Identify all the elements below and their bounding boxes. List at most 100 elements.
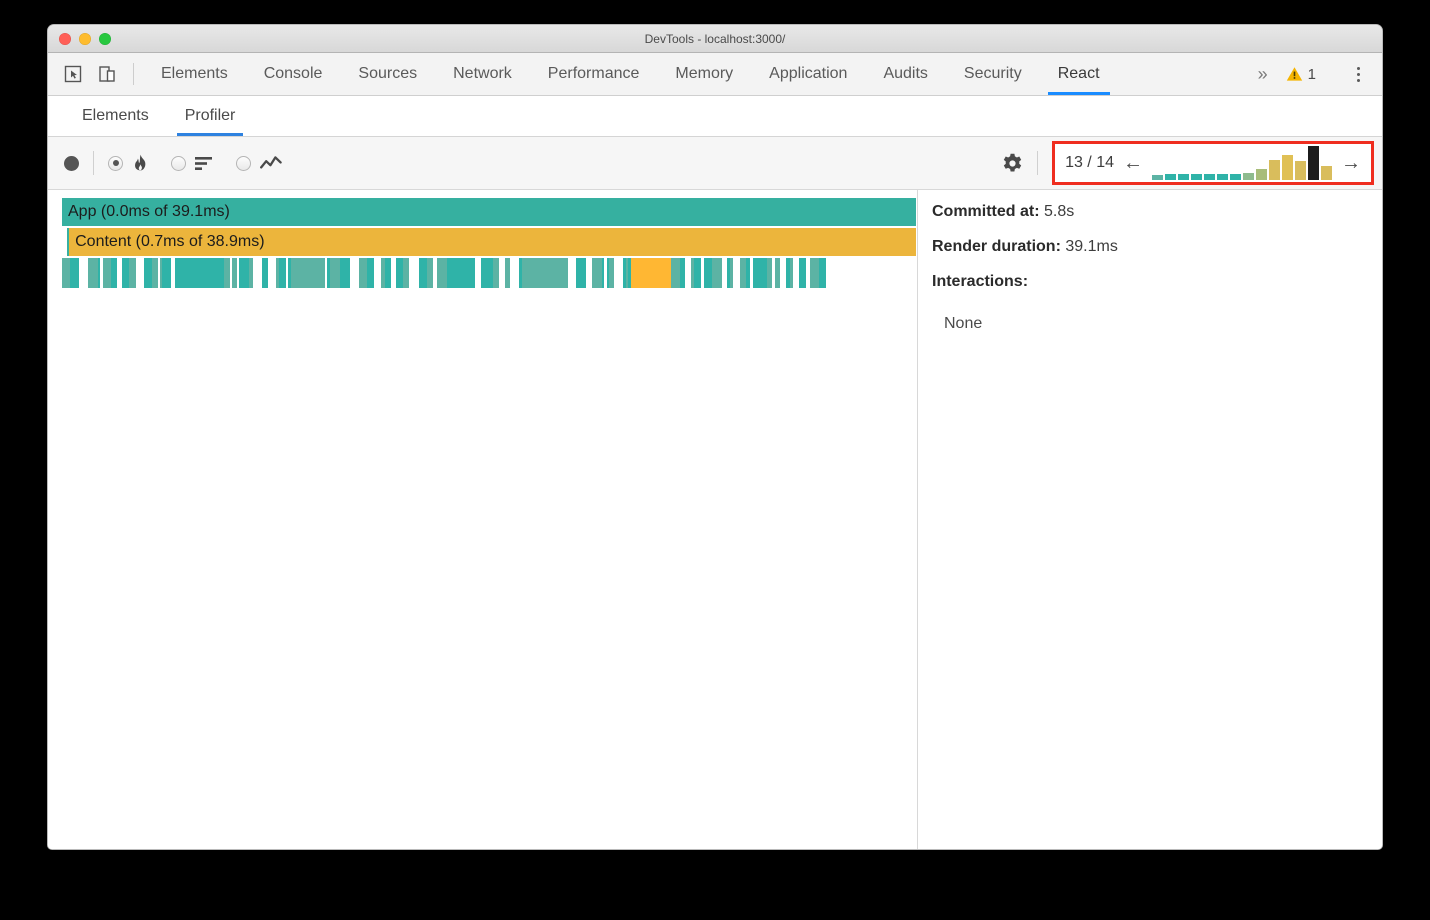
flame-child-block[interactable]	[129, 258, 136, 288]
flame-child-block[interactable]	[631, 258, 671, 288]
flame-child-block[interactable]	[62, 258, 70, 288]
devtools-tabbar-right: » 1	[1248, 53, 1382, 95]
flame-child-block[interactable]	[340, 258, 350, 288]
flame-child-block[interactable]	[671, 258, 680, 288]
flame-child-block[interactable]	[136, 258, 144, 288]
zoom-window-button[interactable]	[99, 32, 111, 45]
flame-child-block[interactable]	[396, 258, 403, 288]
flame-chart-icon	[135, 154, 146, 170]
flame-child-block[interactable]	[447, 258, 475, 288]
flame-child-block[interactable]	[592, 258, 602, 288]
view-mode-ranked[interactable]	[171, 155, 214, 171]
tab-elements[interactable]: Elements	[143, 53, 246, 95]
view-mode-flame[interactable]	[108, 154, 149, 173]
tab-security[interactable]: Security	[946, 53, 1040, 95]
ranked-chart-radio[interactable]	[171, 155, 186, 171]
commit-bar-chart[interactable]	[1152, 146, 1332, 180]
record-circle-icon[interactable]	[64, 155, 79, 171]
flame-child-block[interactable]	[419, 258, 427, 288]
device-toolbar-icon[interactable]	[90, 53, 124, 95]
flame-child-block[interactable]	[614, 258, 623, 288]
flame-child-block[interactable]	[568, 258, 576, 288]
flame-child-block[interactable]	[350, 258, 359, 288]
flame-child-block[interactable]	[103, 258, 111, 288]
inspect-element-icon[interactable]	[56, 53, 90, 95]
subtab-elements[interactable]: Elements	[64, 96, 167, 136]
tab-performance[interactable]: Performance	[530, 53, 658, 95]
more-tabs-icon[interactable]: »	[1248, 64, 1276, 85]
flame-child-block[interactable]	[374, 258, 381, 288]
arrow-left-icon[interactable]: ←	[1121, 153, 1145, 173]
flame-row-children[interactable]	[62, 258, 917, 288]
flame-child-block[interactable]	[162, 258, 171, 288]
flame-row-app[interactable]: App (0.0ms of 39.1ms)	[62, 198, 917, 226]
flame-child-block[interactable]	[437, 258, 447, 288]
flame-child-block[interactable]	[268, 258, 276, 288]
commit-bar[interactable]	[1230, 173, 1241, 180]
kebab-menu-icon[interactable]	[1347, 66, 1372, 82]
warning-indicator[interactable]: 1	[1278, 66, 1324, 83]
tab-audits[interactable]: Audits	[865, 53, 945, 95]
flame-child-block[interactable]	[799, 258, 806, 288]
tab-react[interactable]: React	[1040, 53, 1118, 95]
tab-sources[interactable]: Sources	[340, 53, 435, 95]
tab-application[interactable]: Application	[751, 53, 865, 95]
flame-child-block[interactable]	[330, 258, 340, 288]
subtab-profiler[interactable]: Profiler	[167, 96, 254, 136]
commit-bar[interactable]	[1178, 173, 1189, 180]
minimize-window-button[interactable]	[79, 32, 91, 45]
ranked-chart-icon	[195, 156, 212, 170]
flame-row-content[interactable]: Content (0.7ms of 38.9ms)	[62, 228, 917, 256]
render-duration-row: Render duration: 39.1ms	[932, 238, 1118, 255]
flame-child-block[interactable]	[759, 258, 767, 288]
commit-bar[interactable]	[1321, 166, 1332, 180]
flame-child-block[interactable]	[144, 258, 152, 288]
flame-child-block[interactable]	[481, 258, 488, 288]
flame-child-block[interactable]	[712, 258, 722, 288]
flame-child-block[interactable]	[733, 258, 740, 288]
commit-bar[interactable]	[1256, 169, 1267, 180]
flame-child-block[interactable]	[70, 258, 79, 288]
commit-bar[interactable]	[1269, 160, 1280, 180]
commit-bar[interactable]	[1217, 173, 1228, 180]
arrow-right-icon[interactable]: →	[1339, 153, 1363, 173]
commit-bar[interactable]	[1165, 173, 1176, 180]
gear-icon[interactable]	[1002, 153, 1023, 174]
tab-network[interactable]: Network	[435, 53, 530, 95]
flame-child-block[interactable]	[122, 258, 129, 288]
flame-child-block[interactable]	[510, 258, 519, 288]
profiler-toolbar: 13 / 14 ← →	[48, 137, 1382, 190]
flame-child-block[interactable]	[253, 258, 262, 288]
flame-child-block[interactable]	[279, 258, 286, 288]
flame-block[interactable]: App (0.0ms of 39.1ms)	[62, 198, 917, 226]
flame-child-block[interactable]	[175, 258, 217, 288]
flame-child-block[interactable]	[409, 258, 419, 288]
close-window-button[interactable]	[59, 32, 71, 45]
flame-child-block[interactable]	[694, 258, 701, 288]
commit-bar[interactable]	[1295, 160, 1306, 180]
flame-child-block[interactable]	[810, 258, 819, 288]
tab-console[interactable]: Console	[246, 53, 341, 95]
flame-child-block[interactable]	[291, 258, 325, 288]
flame-block[interactable]: Content (0.7ms of 38.9ms)	[67, 228, 917, 256]
flame-child-block[interactable]	[217, 258, 224, 288]
view-mode-interactions[interactable]	[236, 155, 282, 171]
flame-child-block[interactable]	[522, 258, 568, 288]
commit-bar[interactable]	[1308, 146, 1319, 180]
flame-child-block[interactable]	[576, 258, 586, 288]
commit-bar[interactable]	[1204, 173, 1215, 180]
flame-child-block[interactable]	[367, 258, 374, 288]
flame-child-block[interactable]	[79, 258, 88, 288]
flame-chart-radio[interactable]	[108, 155, 123, 171]
tab-memory[interactable]: Memory	[657, 53, 751, 95]
commit-bar[interactable]	[1243, 172, 1254, 180]
commit-bar[interactable]	[1152, 174, 1163, 180]
flame-child-block[interactable]	[88, 258, 98, 288]
commit-bar[interactable]	[1191, 173, 1202, 180]
flame-child-block[interactable]	[239, 258, 249, 288]
flame-child-block[interactable]	[359, 258, 367, 288]
commit-bar[interactable]	[1282, 154, 1293, 180]
flame-child-block[interactable]	[819, 258, 826, 288]
flame-child-block[interactable]	[704, 258, 712, 288]
interactions-chart-radio[interactable]	[236, 155, 251, 171]
